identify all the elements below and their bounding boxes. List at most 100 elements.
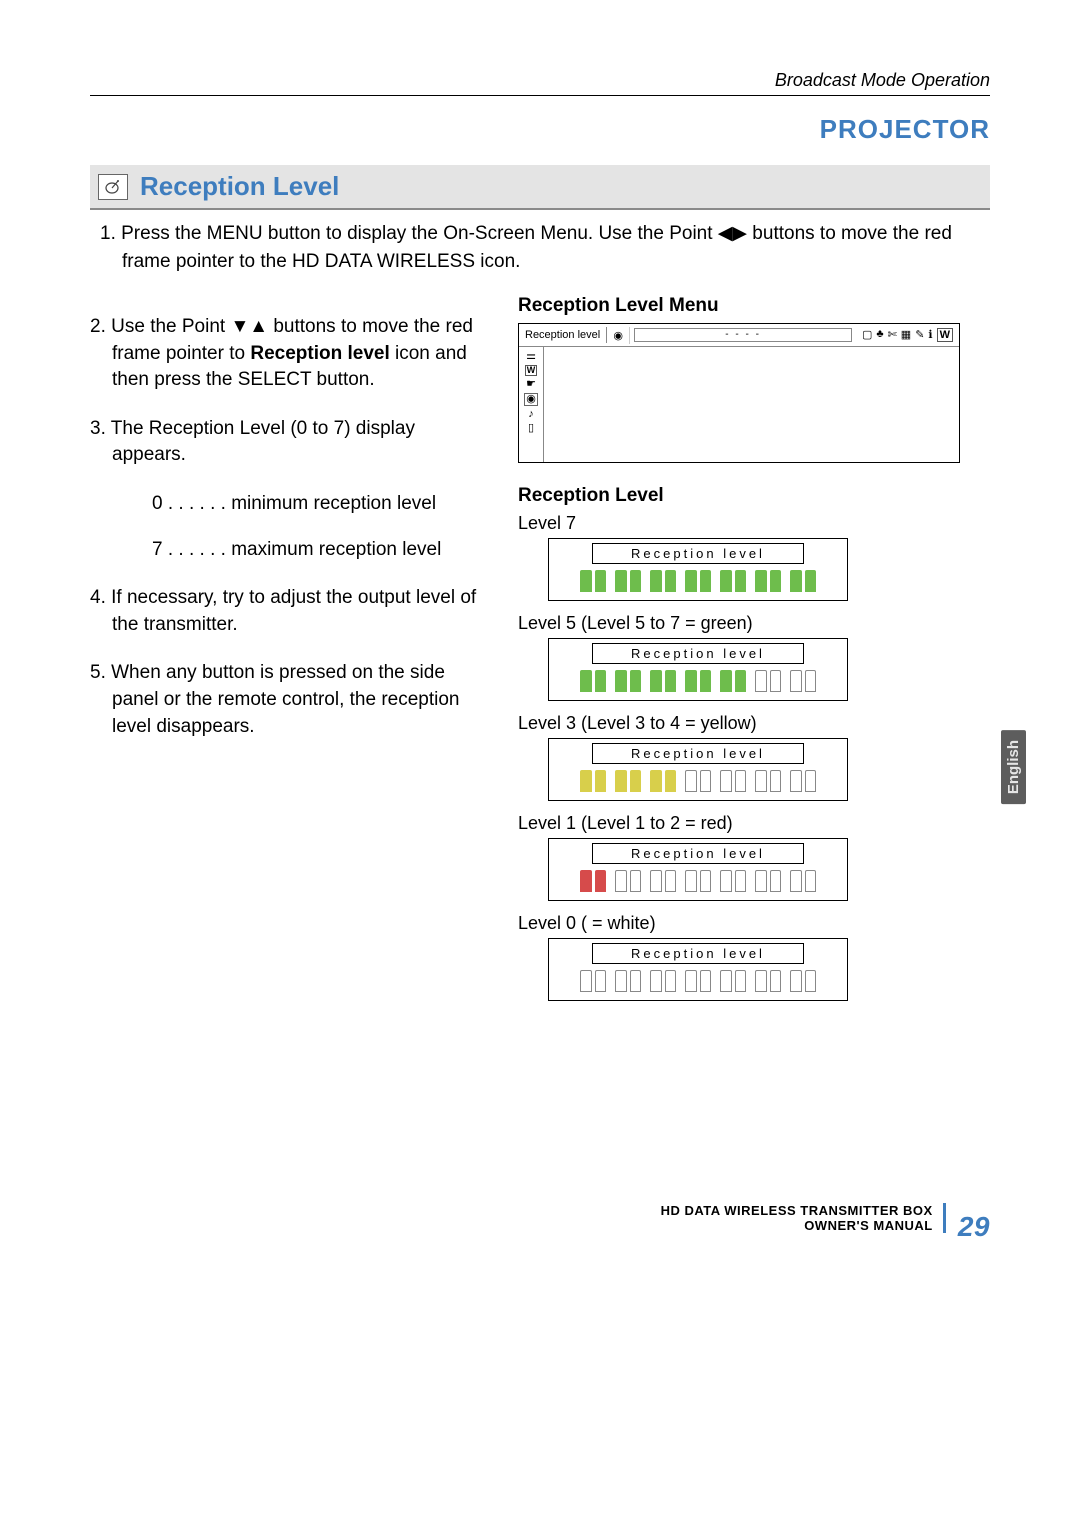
- menu-dashes: - - - -: [634, 328, 852, 342]
- level-5-caption: Level 5 (Level 5 to 7 = green): [518, 613, 988, 634]
- bar-segment: [735, 770, 747, 792]
- footer-product: HD DATA WIRELESS TRANSMITTER BOX: [661, 1203, 933, 1218]
- menu-heading: Reception Level Menu: [518, 295, 988, 317]
- bar-segment: [580, 770, 592, 792]
- bar-segment: [595, 770, 607, 792]
- bar-segment: [580, 870, 592, 892]
- bar-segment: [685, 670, 697, 692]
- language-tab: English: [1001, 730, 1026, 804]
- trash-icon: ▯: [528, 423, 534, 434]
- level-7-bars: [559, 570, 837, 592]
- cut-icon: ✄: [888, 328, 897, 342]
- bar-segment: [770, 970, 782, 992]
- bar-segment: [755, 670, 767, 692]
- bar-segment: [770, 870, 782, 892]
- level-3-caption: Level 3 (Level 3 to 4 = yellow): [518, 713, 988, 734]
- bar-segment: [615, 870, 627, 892]
- bar-segment: [615, 770, 627, 792]
- person-icon: ♣: [876, 328, 883, 342]
- reception-heading: Reception Level: [518, 485, 988, 507]
- bar-segment: [720, 670, 732, 692]
- bar-segment: [755, 770, 767, 792]
- screen-icon: ▢: [862, 328, 872, 342]
- step-3-min: 0 . . . . . . minimum reception level: [90, 491, 490, 518]
- pen-icon: ✎: [915, 328, 924, 342]
- level-7-box: Reception level: [548, 538, 848, 601]
- bar-segment: [720, 970, 732, 992]
- bar-segment: [790, 670, 802, 692]
- box-title-5: Reception level: [592, 643, 804, 664]
- bar-segment: [615, 570, 627, 592]
- bar-segment: [700, 670, 712, 692]
- dish-side-icon: ◉: [524, 393, 538, 406]
- level-7-row: Level 7 Reception level: [518, 513, 988, 601]
- section-title: Reception Level: [140, 171, 339, 202]
- bar-segment: [630, 770, 642, 792]
- bar-segment: [790, 870, 802, 892]
- bar-segment: [720, 770, 732, 792]
- bar-segment: [790, 770, 802, 792]
- slider-icon: ⚌: [526, 351, 536, 362]
- bar-segment: [700, 970, 712, 992]
- bar-segment: [595, 570, 607, 592]
- projector-label: PROJECTOR: [90, 114, 990, 145]
- level-0-bars: [559, 970, 837, 992]
- footer-manual: OWNER'S MANUAL: [804, 1218, 933, 1233]
- bar-segment: [665, 770, 677, 792]
- note-icon: ♪: [528, 409, 534, 420]
- bar-segment: [735, 570, 747, 592]
- bar-segment: [735, 970, 747, 992]
- menu-label: Reception level: [519, 327, 607, 343]
- bar-segment: [630, 670, 642, 692]
- bar-segment: [755, 970, 767, 992]
- bar-segment: [700, 570, 712, 592]
- bar-segment: [805, 870, 817, 892]
- bar-segment: [805, 570, 817, 592]
- bar-segment: [805, 970, 817, 992]
- level-5-row: Level 5 (Level 5 to 7 = green) Reception…: [518, 613, 988, 701]
- bar-segment: [700, 770, 712, 792]
- bar-segment: [770, 570, 782, 592]
- menu-topbar: Reception level ◉ - - - - ▢ ♣ ✄ ▦ ✎ ℹ W: [519, 324, 959, 347]
- bar-segment: [720, 570, 732, 592]
- hand-icon: ☛: [526, 379, 536, 390]
- box-title-3: Reception level: [592, 743, 804, 764]
- level-3-bars: [559, 770, 837, 792]
- level-3-row: Level 3 (Level 3 to 4 = yellow) Receptio…: [518, 713, 988, 801]
- bar-segment: [630, 570, 642, 592]
- bar-segment: [665, 970, 677, 992]
- bar-segment: [665, 670, 677, 692]
- menu-iconstrip: ▢ ♣ ✄ ▦ ✎ ℹ W: [856, 328, 959, 342]
- bar-segment: [790, 970, 802, 992]
- w-side-icon: W: [525, 365, 538, 376]
- box-title-7: Reception level: [592, 543, 804, 564]
- bar-segment: [595, 970, 607, 992]
- bar-segment: [615, 970, 627, 992]
- bar-segment: [755, 570, 767, 592]
- step-1: 1. Press the MENU button to display the …: [100, 220, 990, 275]
- level-0-box: Reception level: [548, 938, 848, 1001]
- bar-segment: [580, 670, 592, 692]
- info-icon: ℹ: [928, 328, 932, 342]
- bar-segment: [595, 870, 607, 892]
- bar-segment: [685, 870, 697, 892]
- level-5-bars: [559, 670, 837, 692]
- bar-segment: [580, 570, 592, 592]
- bar-segment: [615, 670, 627, 692]
- level-1-caption: Level 1 (Level 1 to 2 = red): [518, 813, 988, 834]
- bar-segment: [650, 970, 662, 992]
- page-number: 29: [950, 1211, 990, 1243]
- level-1-box: Reception level: [548, 838, 848, 901]
- bar-segment: [790, 570, 802, 592]
- bar-segment: [735, 670, 747, 692]
- bar-segment: [685, 770, 697, 792]
- level-5-box: Reception level: [548, 638, 848, 701]
- bar-segment: [595, 670, 607, 692]
- step-2: 2. Use the Point ▼▲ buttons to move the …: [90, 314, 490, 394]
- bar-segment: [805, 670, 817, 692]
- bar-segment: [720, 870, 732, 892]
- menu-sidebar-icons: ⚌ W ☛ ◉ ♪ ▯: [519, 347, 544, 462]
- step-3-max: 7 . . . . . . maximum reception level: [90, 537, 490, 564]
- level-1-bars: [559, 870, 837, 892]
- box-title-0: Reception level: [592, 943, 804, 964]
